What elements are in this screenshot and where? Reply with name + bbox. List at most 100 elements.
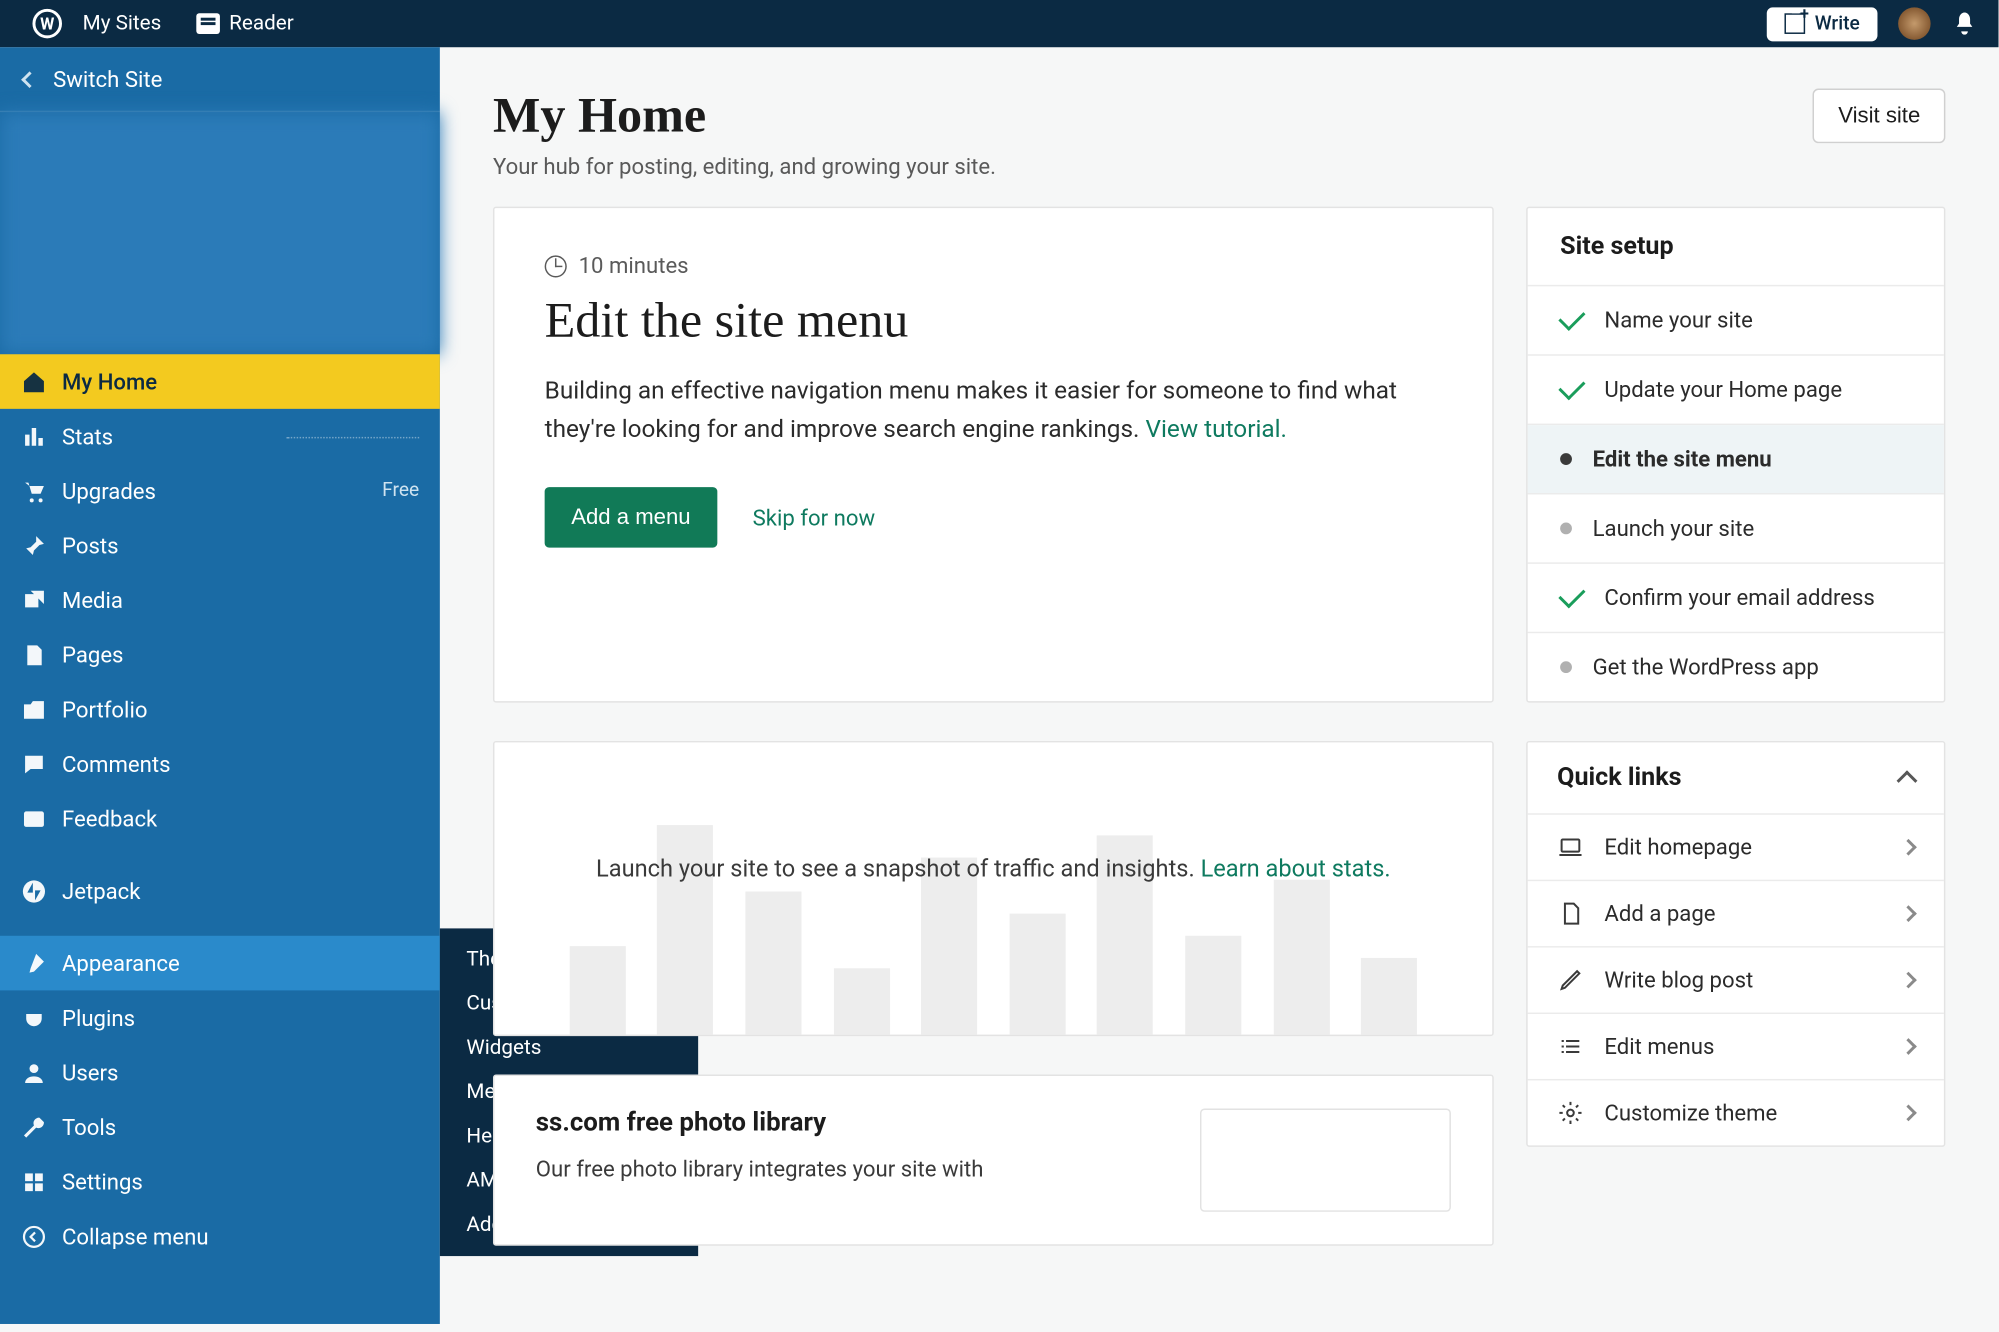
sidebar-item-label: Collapse menu bbox=[62, 1223, 419, 1250]
ql-item-label: Customize theme bbox=[1604, 1100, 1777, 1127]
laptop-icon bbox=[1557, 834, 1584, 861]
task-description: Building an effective navigation menu ma… bbox=[545, 373, 1442, 448]
view-tutorial-link[interactable]: View tutorial. bbox=[1145, 416, 1286, 444]
ql-add-page[interactable]: Add a page bbox=[1528, 881, 1944, 947]
write-button[interactable]: Write bbox=[1767, 7, 1877, 41]
main-content: My Home Your hub for posting, editing, a… bbox=[440, 47, 1999, 1324]
sidebar-item-comments[interactable]: Comments bbox=[0, 737, 440, 792]
setup-item-launch[interactable]: Launch your site bbox=[1528, 494, 1944, 563]
sidebar-item-label: My Home bbox=[62, 368, 419, 395]
task-duration: 10 minutes bbox=[579, 252, 689, 279]
ql-edit-menus[interactable]: Edit menus bbox=[1528, 1014, 1944, 1080]
stats-preview-card: Launch your site to see a snapshot of tr… bbox=[493, 741, 1494, 1036]
setup-item-label: Edit the site menu bbox=[1593, 446, 1772, 473]
compose-icon bbox=[1785, 13, 1806, 34]
sidebar-item-media[interactable]: Media bbox=[0, 573, 440, 628]
user-icon bbox=[21, 1059, 48, 1086]
stats-placeholder-text: Launch your site to see a snapshot of tr… bbox=[539, 852, 1448, 887]
sidebar-item-jetpack[interactable]: Jetpack bbox=[0, 863, 440, 918]
chevron-left-icon bbox=[21, 71, 38, 88]
setup-item-update-home[interactable]: Update your Home page bbox=[1528, 356, 1944, 425]
sidebar-item-plugins[interactable]: Plugins bbox=[0, 990, 440, 1045]
sidebar-item-label: Settings bbox=[62, 1168, 419, 1195]
sidebar-item-collapse[interactable]: Collapse menu bbox=[0, 1209, 440, 1264]
setup-item-get-app[interactable]: Get the WordPress app bbox=[1528, 633, 1944, 701]
stats-divider bbox=[286, 436, 419, 437]
sidebar-item-tools[interactable]: Tools bbox=[0, 1100, 440, 1155]
sidebar-item-posts[interactable]: Posts bbox=[0, 518, 440, 573]
page-subtitle: Your hub for posting, editing, and growi… bbox=[493, 154, 996, 181]
add-menu-button[interactable]: Add a menu bbox=[545, 487, 718, 548]
learn-about-stats-link[interactable]: Learn about stats. bbox=[1201, 855, 1391, 883]
sidebar-item-stats[interactable]: Stats bbox=[0, 409, 440, 464]
ql-customize-theme[interactable]: Customize theme bbox=[1528, 1080, 1944, 1145]
sidebar-item-appearance[interactable]: Appearance bbox=[0, 936, 440, 991]
ql-write-post[interactable]: Write blog post bbox=[1528, 948, 1944, 1014]
check-icon bbox=[1558, 373, 1585, 400]
sidebar-item-users[interactable]: Users bbox=[0, 1045, 440, 1100]
task-title: Edit the site menu bbox=[545, 294, 1442, 350]
portfolio-icon bbox=[21, 696, 48, 723]
ql-item-label: Add a page bbox=[1604, 900, 1715, 927]
sidebar-item-label: Media bbox=[62, 587, 419, 614]
sidebar-item-label: Users bbox=[62, 1059, 419, 1086]
visit-site-button[interactable]: Visit site bbox=[1813, 89, 1945, 144]
sidebar: Switch Site My Home Stats Upgrades Free … bbox=[0, 47, 440, 1324]
sidebar-item-settings[interactable]: Settings bbox=[0, 1154, 440, 1209]
sidebar-item-pages[interactable]: Pages bbox=[0, 627, 440, 682]
cart-icon bbox=[21, 477, 48, 504]
setup-item-confirm-email[interactable]: Confirm your email address bbox=[1528, 564, 1944, 633]
topbar-reader[interactable]: Reader bbox=[179, 0, 311, 47]
media-icon bbox=[21, 587, 48, 614]
sidebar-menu: My Home Stats Upgrades Free Posts Media bbox=[0, 354, 440, 1263]
skip-for-now-link[interactable]: Skip for now bbox=[753, 504, 875, 531]
site-preview-thumbnail[interactable] bbox=[0, 112, 440, 354]
switch-site-link[interactable]: Switch Site bbox=[0, 47, 440, 112]
sidebar-item-portfolio[interactable]: Portfolio bbox=[0, 682, 440, 737]
sidebar-item-feedback[interactable]: Feedback bbox=[0, 791, 440, 846]
home-icon bbox=[21, 368, 48, 395]
bullet-icon bbox=[1560, 523, 1572, 535]
chevron-up-icon[interactable] bbox=[1897, 770, 1918, 791]
clock-icon bbox=[545, 255, 567, 277]
sidebar-item-label: Feedback bbox=[62, 805, 419, 832]
list-icon bbox=[1557, 1033, 1584, 1060]
sidebar-item-label: Pages bbox=[62, 641, 419, 668]
photo-card-title: ss.com free photo library bbox=[536, 1108, 1156, 1138]
jetpack-icon bbox=[21, 877, 48, 904]
sidebar-item-my-home[interactable]: My Home bbox=[0, 354, 440, 409]
wrench-icon bbox=[21, 1114, 48, 1141]
avatar[interactable] bbox=[1898, 7, 1930, 39]
quick-links-title: Quick links bbox=[1557, 763, 1681, 793]
sidebar-item-upgrades[interactable]: Upgrades Free bbox=[0, 463, 440, 518]
page-title: My Home bbox=[493, 89, 996, 145]
gear-icon bbox=[1557, 1100, 1584, 1127]
chevron-right-icon bbox=[1900, 1038, 1917, 1055]
check-icon bbox=[1558, 304, 1585, 331]
stats-icon bbox=[21, 423, 48, 450]
setup-item-label: Get the WordPress app bbox=[1593, 654, 1819, 681]
sidebar-item-label: Jetpack bbox=[62, 877, 419, 904]
setup-item-label: Confirm your email address bbox=[1604, 584, 1874, 611]
ql-item-label: Edit homepage bbox=[1604, 834, 1752, 861]
wordpress-logo-icon: W bbox=[32, 9, 62, 39]
site-setup-title: Site setup bbox=[1528, 208, 1944, 286]
setup-item-name-site[interactable]: Name your site bbox=[1528, 286, 1944, 355]
task-card: 10 minutes Edit the site menu Building a… bbox=[493, 207, 1494, 703]
upgrades-badge: Free bbox=[382, 480, 419, 502]
ql-edit-homepage[interactable]: Edit homepage bbox=[1528, 815, 1944, 881]
stats-placeholder-bars bbox=[494, 813, 1492, 1034]
topbar-my-sites[interactable]: W My Sites bbox=[0, 0, 179, 47]
setup-item-edit-menu[interactable]: Edit the site menu bbox=[1528, 425, 1944, 494]
pages-icon bbox=[21, 641, 48, 668]
setup-item-label: Launch your site bbox=[1593, 515, 1755, 542]
notifications-icon[interactable] bbox=[1951, 10, 1978, 37]
collapse-icon bbox=[21, 1223, 48, 1250]
pin-icon bbox=[21, 532, 48, 559]
topbar: W My Sites Reader Write bbox=[0, 0, 1999, 47]
topbar-my-sites-label: My Sites bbox=[83, 12, 162, 36]
site-setup-card: Site setup Name your site Update your Ho… bbox=[1526, 207, 1945, 703]
setup-item-label: Update your Home page bbox=[1604, 376, 1842, 403]
chevron-right-icon bbox=[1900, 839, 1917, 856]
sidebar-item-label: Portfolio bbox=[62, 696, 419, 723]
